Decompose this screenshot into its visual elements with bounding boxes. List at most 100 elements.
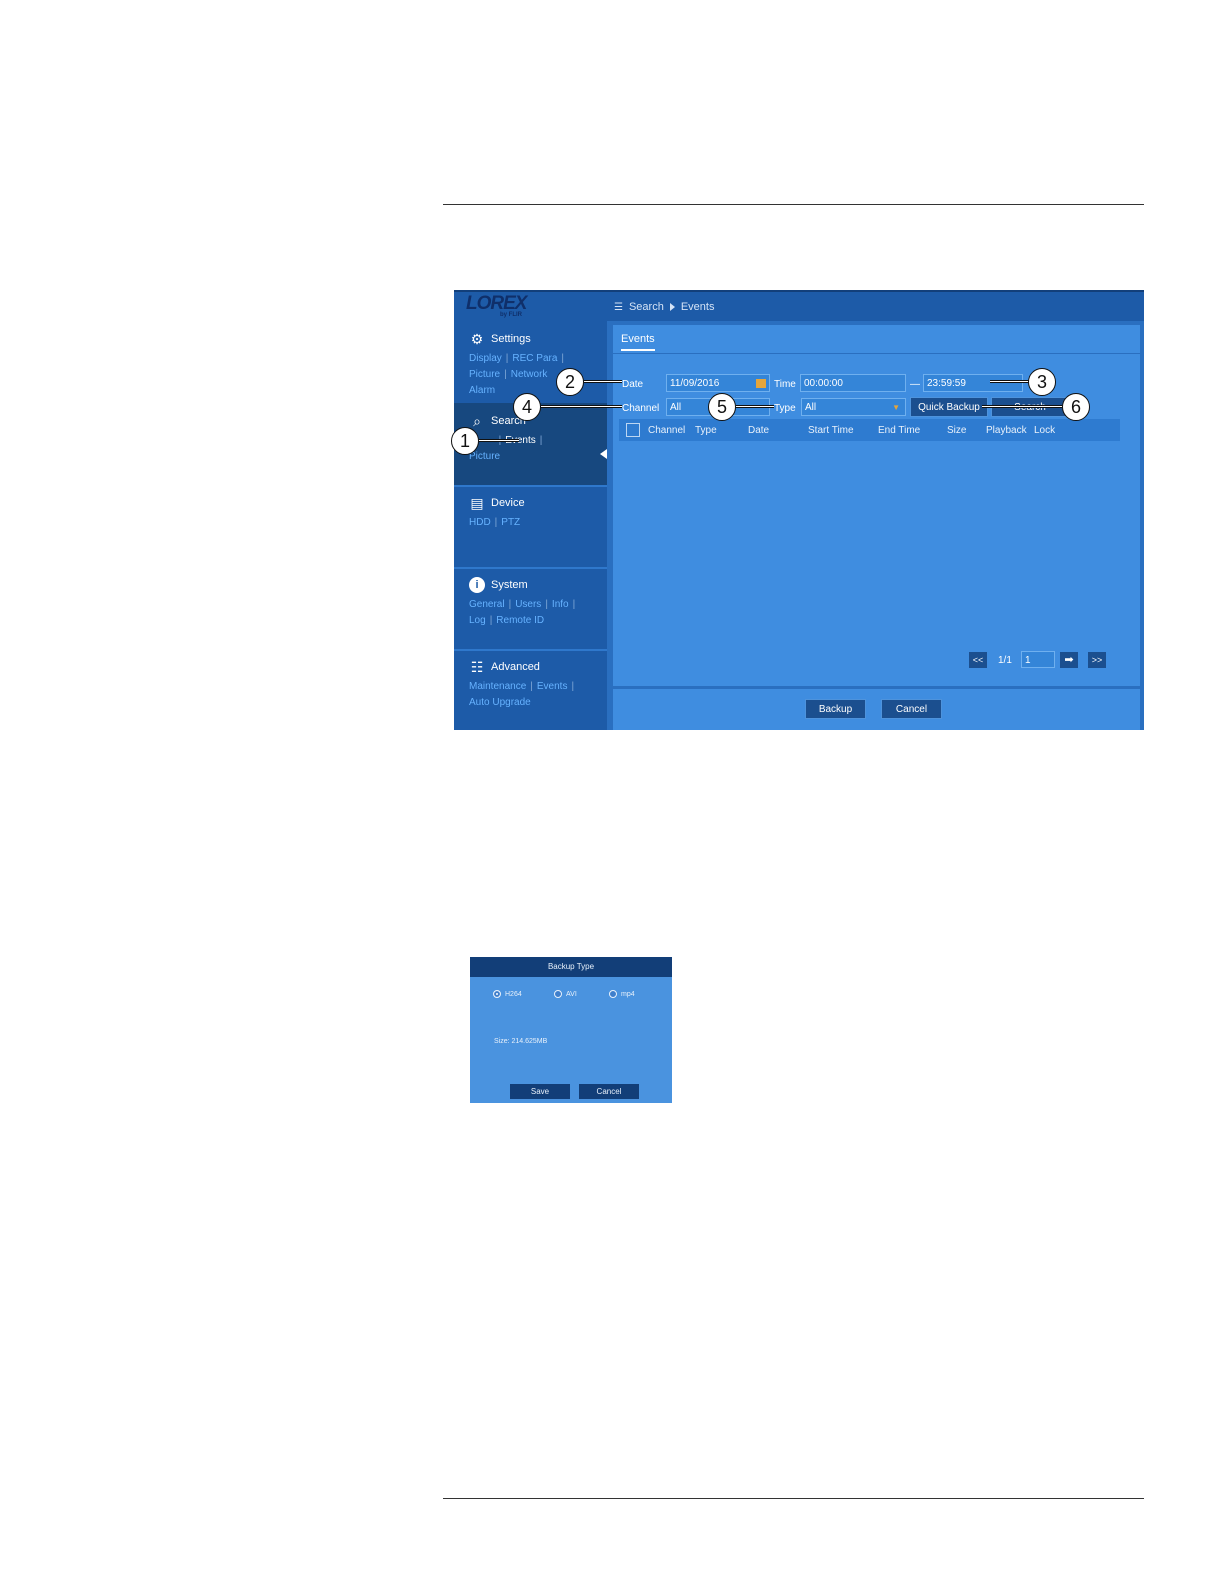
type-value: All [805, 402, 817, 413]
link-general[interactable]: General [469, 599, 505, 610]
sidebar-section-system: i System General | Users | Info | Log | Remote … [454, 567, 607, 651]
go-page-arrow-icon[interactable]: ➡ [1060, 652, 1078, 668]
tab-divider [613, 353, 1140, 354]
time-start-field[interactable]: 00:00:00 [800, 374, 906, 392]
info-icon: i [469, 577, 485, 593]
link-users[interactable]: Users [515, 599, 541, 610]
callout-2: 2 [556, 368, 584, 396]
sidebar-device-links: HDD | PTZ [469, 517, 521, 528]
breadcrumb-arrow-icon [669, 303, 675, 311]
dialog-title: Backup Type [470, 957, 672, 977]
date-label: Date [622, 379, 644, 390]
sidebar-section-advanced: ☷ Advanced Maintenance | Events | Auto Upgr… [454, 649, 607, 730]
col-size: Size [947, 425, 967, 436]
top-rule [443, 204, 1144, 205]
col-playback: Playback [986, 425, 1027, 436]
first-page-button[interactable]: << [969, 652, 987, 668]
callout-1: 1 [451, 427, 479, 455]
radio-selected-icon [493, 990, 501, 998]
sidebar-device-title: Device [491, 497, 525, 509]
breadcrumb-icon: ☰ [614, 301, 623, 313]
radio-h264-label: H264 [505, 990, 522, 998]
sidebar-section-settings: ⚙ Settings Display | REC Para | Picture | Net… [454, 321, 607, 405]
type-select[interactable]: All ▼ [801, 398, 906, 416]
link-display[interactable]: Display [469, 353, 502, 364]
dialog-save-button[interactable]: Save [510, 1084, 570, 1099]
sidebar-system-header[interactable]: i System [469, 577, 528, 593]
search-icon: ⌕ [473, 413, 481, 429]
radio-unselected-icon [554, 990, 562, 998]
callout-4: 4 [513, 393, 541, 421]
quick-backup-button[interactable]: Quick Backup [910, 397, 988, 417]
col-start-time: Start Time [808, 425, 854, 436]
link-rec-para[interactable]: REC Para [512, 353, 557, 364]
radio-mp4[interactable]: mp4 [609, 990, 635, 998]
radio-avi-label: AVI [566, 990, 577, 998]
gear-icon: ⚙ [470, 331, 484, 347]
calendar-icon[interactable] [756, 379, 766, 388]
callout-5: 5 [708, 393, 736, 421]
callout-3: 3 [1028, 368, 1056, 396]
link-auto-upgrade[interactable]: Auto Upgrade [469, 697, 531, 708]
time-dash: — [910, 379, 920, 390]
dropdown-arrow-icon: ▼ [892, 403, 900, 412]
backup-button[interactable]: Backup [805, 699, 866, 719]
link-remote-id[interactable]: Remote ID [496, 615, 544, 626]
sidebar-advanced-title: Advanced [491, 661, 540, 673]
link-info[interactable]: Info [552, 599, 569, 610]
channel-label: Channel [622, 403, 660, 414]
sidebar-settings-links: Display | REC Para | Picture | Network Alarm [469, 353, 565, 396]
radio-h264[interactable]: H264 [493, 990, 522, 998]
link-advanced-events[interactable]: Events [537, 681, 568, 692]
radio-mp4-label: mp4 [621, 990, 635, 998]
sidebar-settings-title: Settings [491, 333, 531, 345]
link-hdd[interactable]: HDD [469, 517, 491, 528]
link-picture[interactable]: Picture [469, 369, 500, 380]
sidebar-advanced-links: Maintenance | Events | Auto Upgrade [469, 681, 575, 708]
last-page-button[interactable]: >> [1088, 652, 1106, 668]
date-field[interactable]: 11/09/2016 [666, 374, 770, 392]
select-all-checkbox[interactable] [626, 423, 640, 437]
backup-type-dialog: Backup Type H264 AVI mp4 Size: 214.625MB… [470, 957, 672, 1103]
link-alarm[interactable]: Alarm [469, 385, 495, 396]
sidebar-section-device: ▤ Device HDD | PTZ [454, 485, 607, 569]
page-input[interactable]: 1 [1021, 651, 1055, 668]
col-lock: Lock [1034, 425, 1056, 436]
sidebar-system-title: System [491, 579, 528, 591]
type-label: Type [774, 403, 796, 414]
link-maintenance[interactable]: Maintenance [469, 681, 526, 692]
link-log[interactable]: Log [469, 615, 486, 626]
sidebar-advanced-header[interactable]: ☷ Advanced [469, 659, 540, 675]
col-date: Date [748, 425, 770, 436]
link-ptz[interactable]: PTZ [501, 517, 520, 528]
dialog-cancel-button[interactable]: Cancel [579, 1084, 639, 1099]
advanced-icon: ☷ [470, 659, 484, 675]
callout-6-leader [982, 405, 1062, 408]
radio-avi[interactable]: AVI [554, 990, 577, 998]
sidebar-device-header[interactable]: ▤ Device [469, 495, 525, 511]
callout-4-leader [541, 405, 622, 408]
callout-6: 6 [1062, 393, 1090, 421]
radio-unselected-icon [609, 990, 617, 998]
device-icon: ▤ [470, 495, 484, 511]
sidebar-system-links: General | Users | Info | Log | Remote ID [469, 599, 576, 626]
sidebar-search-links: Event|Events| Picture [469, 435, 543, 462]
breadcrumb: ☰ Search Events [614, 301, 714, 313]
sidebar-settings-header[interactable]: ⚙ Settings [469, 331, 531, 347]
col-end-time: End Time [878, 425, 921, 436]
callout-2-leader [584, 380, 622, 383]
time-label: Time [774, 379, 796, 390]
cancel-button[interactable]: Cancel [881, 699, 942, 719]
backup-size: Size: 214.625MB [494, 1038, 548, 1045]
panel-footer: Backup Cancel [613, 686, 1140, 730]
link-network[interactable]: Network [511, 369, 548, 380]
bottom-rule [443, 1498, 1144, 1499]
time-end-field[interactable]: 23:59:59 [923, 374, 1023, 392]
link-search-picture[interactable]: Picture [469, 451, 500, 462]
col-type: Type [695, 425, 717, 436]
breadcrumb-search[interactable]: Search [629, 301, 664, 313]
collapse-arrow-icon[interactable] [600, 449, 607, 459]
col-channel: Channel [648, 425, 686, 436]
tab-events[interactable]: Events [621, 333, 655, 351]
callout-3-leader [990, 380, 1030, 383]
